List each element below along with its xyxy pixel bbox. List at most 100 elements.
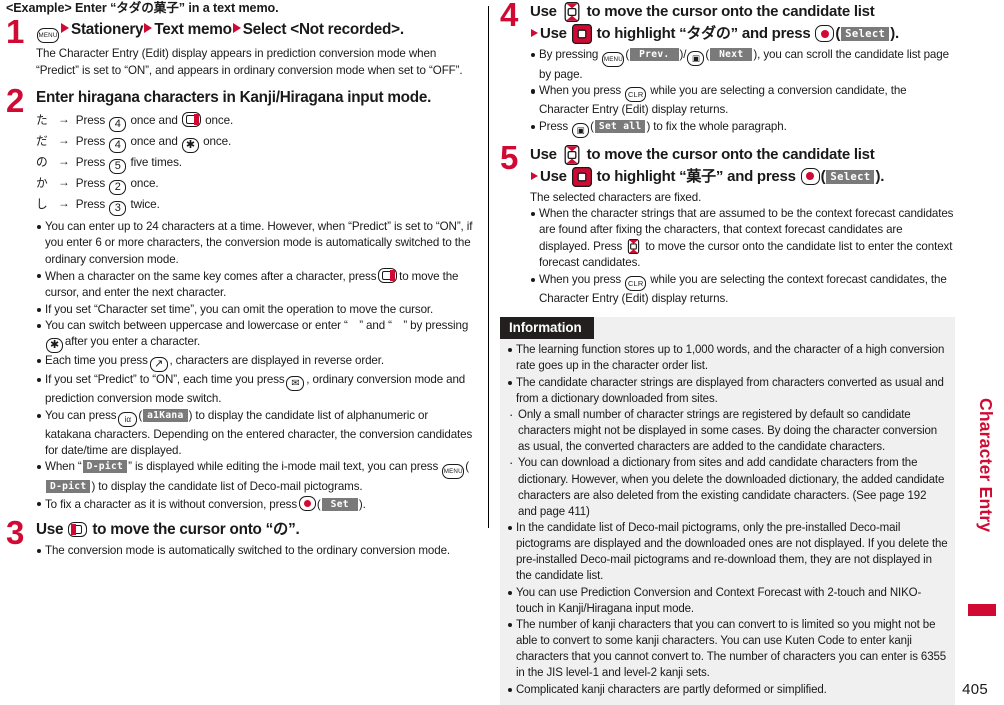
list-item: Only a small number of character strings… [507, 406, 948, 455]
list-item: You can enter up to 24 characters at a t… [36, 219, 476, 268]
list-item: You can switch between uppercase and low… [36, 318, 476, 354]
step-3-heading: Use to move the cursor onto “の”. [36, 520, 476, 540]
left-column: <Example> Enter “タダの菓子” in a text memo. … [6, 0, 476, 560]
list-item: You can use Prediction Conversion and Co… [507, 585, 948, 617]
step-5-number: 5 [500, 138, 519, 176]
softkey-next[interactable]: Next [710, 48, 753, 61]
center-select-key-icon [815, 25, 835, 42]
list-item: The number of kanji characters that you … [507, 617, 948, 682]
arrow-icon [61, 23, 69, 34]
step-5-text-1: to move the cursor onto the candidate li… [586, 145, 875, 163]
right-arrow-icon: → [58, 154, 70, 168]
step-2-number: 2 [6, 82, 25, 120]
information-list-2: In the candidate list of Deco-mail picto… [507, 520, 948, 698]
list-item: Complicated kanji characters are partly … [507, 682, 948, 698]
step-1-part-3: Select <Not recorded>. [242, 21, 404, 39]
key-2-icon: 2 [109, 179, 127, 195]
step-4-notes: By pressing MENU(Prev.)/▣(Next), you can… [530, 47, 955, 138]
step-5-heading-line-2: Use to highlight “菓子” and press (Select)… [530, 166, 955, 187]
step-1-description: The Character Entry (Edit) display appea… [36, 47, 463, 77]
step-3-use-label: Use [36, 520, 64, 538]
step-4-heading-line-2: Use to highlight “タダの” and press (Select… [530, 24, 955, 44]
arrow-icon [232, 23, 241, 34]
list-item: When you press CLR while you are selecti… [530, 272, 955, 307]
twice-label: twice. [130, 197, 160, 211]
softkey-a1kana[interactable]: a1Kana [143, 408, 188, 422]
use-label: Use [540, 25, 567, 42]
center-select-key-icon [800, 167, 820, 185]
softkey-select[interactable]: Select [826, 169, 875, 184]
press-label: Press [75, 134, 106, 148]
list-item: By pressing MENU(Prev.)/▣(Next), you can… [530, 47, 955, 83]
arrow-icon [144, 23, 153, 34]
step-4-text-2: to highlight “タダの” and press [596, 25, 811, 42]
softkey-set-all[interactable]: Set all [594, 119, 646, 133]
step-3-notes: The conversion mode is automatically swi… [36, 543, 476, 559]
menu-key-icon: MENU [37, 28, 59, 44]
step-2-notes: You can enter up to 24 characters at a t… [36, 219, 476, 513]
kana-shi: し [36, 196, 48, 211]
list-item: When a character on the same key comes a… [36, 267, 476, 302]
step-1: 1 MENU Stationery Text memo Select <Not rec… [6, 15, 476, 79]
info-text: In the candidate list of Deco-mail picto… [516, 521, 948, 583]
right-arrow-icon: → [58, 133, 70, 147]
center-select-key-icon [298, 495, 316, 511]
info-text: The number of kanji characters that you … [516, 618, 947, 680]
asterisk-key-icon: ✱ [46, 338, 63, 354]
menu-key-icon: MENU [602, 52, 625, 67]
column-divider [488, 6, 489, 528]
list-item: In the candidate list of Deco-mail picto… [507, 520, 948, 585]
times-label: five times. [130, 155, 182, 169]
press-label: Press [75, 197, 106, 211]
list-item: If you set “Predict” to “ON”, each time … [36, 372, 476, 407]
up-down-navigation-key-icon [562, 144, 582, 165]
use-label: Use [540, 167, 567, 185]
info-text: You can use Prediction Conversion and Co… [516, 586, 922, 615]
info-text: Only a small number of character strings… [518, 408, 938, 454]
right-arrow-icon: → [58, 196, 70, 210]
asterisk-key-icon: ✱ [181, 137, 199, 153]
use-label: Use [530, 145, 557, 163]
softkey-dpict[interactable]: D-pict [46, 480, 91, 494]
step-5: 5 Use to move the cursor onto the candid… [500, 141, 955, 307]
chapter-tab-marker [968, 604, 996, 616]
right-arrow-icon: → [58, 175, 70, 189]
kana-no: の [36, 154, 48, 169]
step-2: 2 Enter hiragana characters in Kanji/Hir… [6, 84, 476, 513]
step-1-heading: MENU Stationery Text memo Select <Not recor… [36, 19, 476, 44]
step-3-text: to move the cursor onto “の”. [92, 520, 300, 538]
clear-key-icon: CLR [625, 87, 647, 103]
step-2-heading: Enter hiragana characters in Kanji/Hirag… [36, 89, 432, 107]
softkey-prev[interactable]: Prev. [630, 48, 679, 61]
step-2-key-rows: た → Press 4 once and once. だ → Press 4 onc… [36, 111, 476, 216]
left-right-cursor-key-icon [68, 521, 88, 537]
once-label: once. [203, 134, 232, 148]
softkey-select[interactable]: Select [841, 27, 890, 41]
once-and-label: once and [130, 113, 178, 127]
list-item: The candidate character strings are disp… [507, 375, 948, 407]
right-arrow-icon: → [58, 112, 70, 126]
list-item: When the character strings that are assu… [530, 206, 955, 271]
menu-key-icon: MENU [442, 464, 465, 480]
information-title: Information [500, 316, 594, 340]
list-item: When “D-pict” is displayed while editing… [36, 459, 476, 495]
call-key-icon: ↗ [149, 357, 168, 373]
camera-key-icon: ▣ [572, 122, 590, 138]
softkey-set[interactable]: Set [321, 497, 358, 511]
step-5-heading-line-1: Use to move the cursor onto the candidat… [530, 144, 955, 165]
information-sublist: Only a small number of character strings… [507, 406, 948, 520]
list-item: When you press CLR while you are selecti… [530, 83, 955, 118]
step-4-number: 4 [500, 0, 519, 33]
step-1-part-2: Text memo [154, 21, 232, 39]
press-label: Press [75, 155, 106, 169]
step-4-text-3: ). [890, 25, 899, 42]
press-label: Press [75, 176, 106, 190]
kana-ka: か [36, 175, 48, 190]
four-way-navigation-key-icon [571, 166, 592, 187]
left-right-cursor-key-icon [181, 111, 201, 127]
info-text: You can download a dictionary from sites… [518, 457, 945, 518]
key-row: だ → Press 4 once and ✱ once. [36, 132, 476, 153]
once-label: once. [205, 113, 234, 127]
softkey-dpict[interactable]: D-pict [82, 460, 128, 474]
mail-key-icon: ✉ [286, 376, 305, 392]
